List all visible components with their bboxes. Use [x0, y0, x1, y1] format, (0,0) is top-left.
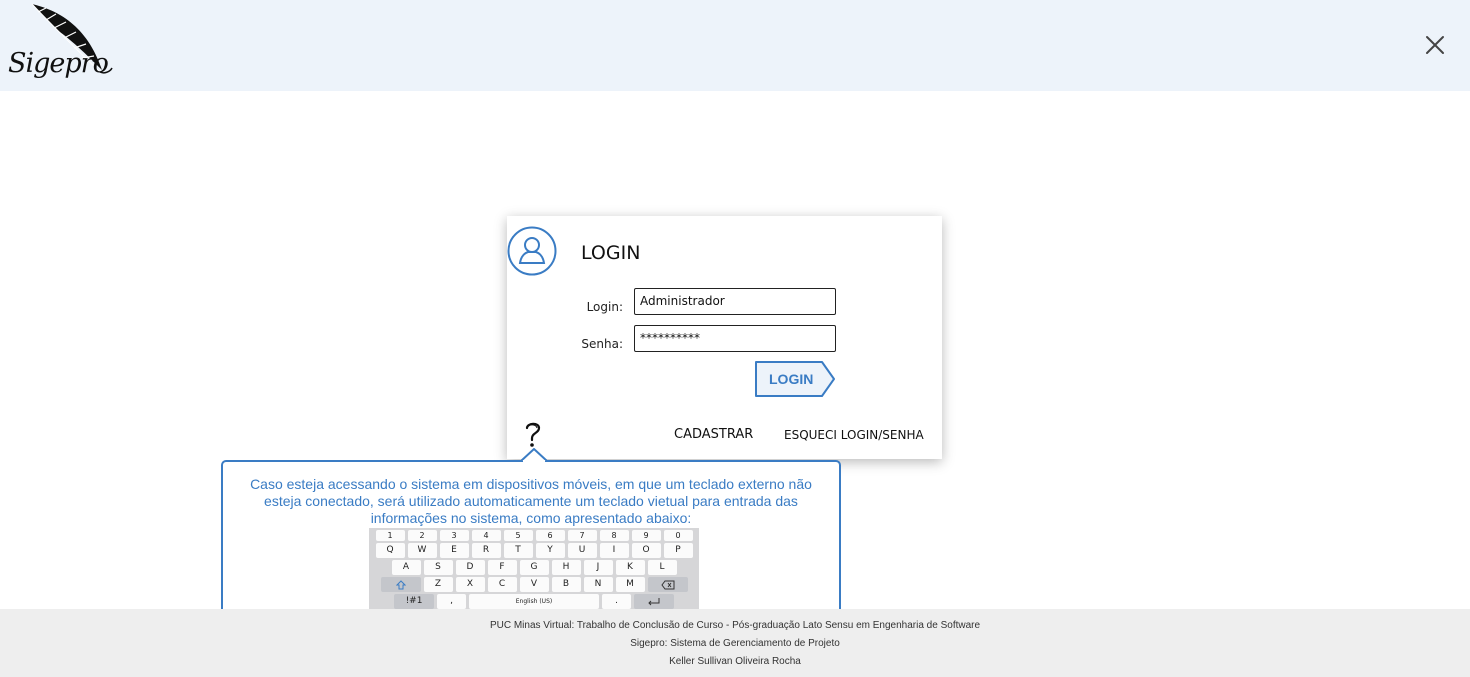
keyboard-key: 2 [407, 530, 437, 541]
keyboard-key: 8 [599, 530, 629, 541]
space-key: English (US) [469, 594, 599, 609]
shift-key [380, 577, 421, 592]
keyboard-key: Z [423, 577, 453, 592]
keyboard-key: F [487, 560, 517, 575]
login-card: LOGIN Login: Administrador Senha: ******… [507, 216, 942, 459]
keyboard-key: B [551, 577, 581, 592]
keyboard-key: D [455, 560, 485, 575]
keyboard-key: O [631, 543, 661, 558]
keyboard-key: H [551, 560, 581, 575]
enter-key [634, 594, 674, 609]
keyboard-key: 5 [503, 530, 533, 541]
keyboard-key: R [471, 543, 501, 558]
user-icon [507, 226, 557, 276]
keyboard-key: 7 [567, 530, 597, 541]
keyboard-key: Y [535, 543, 565, 558]
period-key: . [602, 594, 631, 609]
keyboard-key: Q [375, 543, 405, 558]
footer: PUC Minas Virtual: Trabalho de Conclusão… [0, 609, 1470, 677]
keyboard-key: L [647, 560, 677, 575]
keyboard-key: W [407, 543, 437, 558]
keyboard-key: K [615, 560, 645, 575]
symbols-key: !#1 [394, 594, 434, 609]
keyboard-key: T [503, 543, 533, 558]
virtual-keyboard-image: 1 2 3 4 5 6 7 8 9 0 Q W E R T Y U I O P … [369, 528, 699, 618]
password-label: Senha: [581, 337, 623, 351]
register-link[interactable]: CADASTRAR [674, 427, 753, 442]
keyboard-key: J [583, 560, 613, 575]
keyboard-key: C [487, 577, 517, 592]
keyboard-key: V [519, 577, 549, 592]
keyboard-key: E [439, 543, 469, 558]
tooltip-arrow [521, 448, 547, 462]
keyboard-key: 0 [663, 530, 693, 541]
login-field[interactable]: Administrador [634, 288, 836, 315]
keyboard-key: 4 [471, 530, 501, 541]
close-icon [1426, 36, 1444, 54]
footer-course-text: PUC Minas Virtual: Trabalho de Conclusão… [489, 620, 981, 631]
login-title: LOGIN [581, 242, 641, 264]
keyboard-key: S [423, 560, 453, 575]
keyboard-key: 1 [375, 530, 405, 541]
backspace-key [647, 577, 688, 592]
keyboard-key: 6 [535, 530, 565, 541]
virtual-keyboard-tooltip: Caso esteja acessando o sistema em dispo… [221, 460, 841, 626]
keyboard-key: P [663, 543, 693, 558]
logo-text: Sigepro [8, 48, 109, 79]
keyboard-key: U [567, 543, 597, 558]
shift-icon [395, 580, 406, 590]
comma-key: , [437, 594, 466, 609]
footer-system-text: Sigepro: Sistema de Gerenciamento de Pro… [630, 638, 840, 649]
sigepro-logo[interactable]: Sigepro [2, 0, 117, 91]
close-button[interactable] [1420, 30, 1450, 60]
keyboard-key: 9 [631, 530, 661, 541]
keyboard-key: I [599, 543, 629, 558]
keyboard-key: G [519, 560, 549, 575]
keyboard-key: A [391, 560, 421, 575]
enter-icon [648, 598, 660, 606]
keyboard-key: X [455, 577, 485, 592]
forgot-password-link[interactable]: ESQUECI LOGIN/SENHA [784, 428, 924, 442]
password-field[interactable]: ********** [634, 325, 836, 352]
backspace-icon [660, 580, 674, 590]
login-label: Login: [586, 300, 623, 314]
keyboard-key: M [615, 577, 645, 592]
header-bar: Sigepro [0, 0, 1470, 91]
keyboard-key: 3 [439, 530, 469, 541]
footer-author-text: Keller Sullivan Oliveira Rocha [669, 656, 801, 667]
login-button-label: LOGIN [769, 371, 814, 387]
keyboard-key: N [583, 577, 613, 592]
tooltip-text: Caso esteja acessando o sistema em dispo… [250, 476, 812, 526]
question-mark-icon[interactable] [523, 421, 543, 449]
